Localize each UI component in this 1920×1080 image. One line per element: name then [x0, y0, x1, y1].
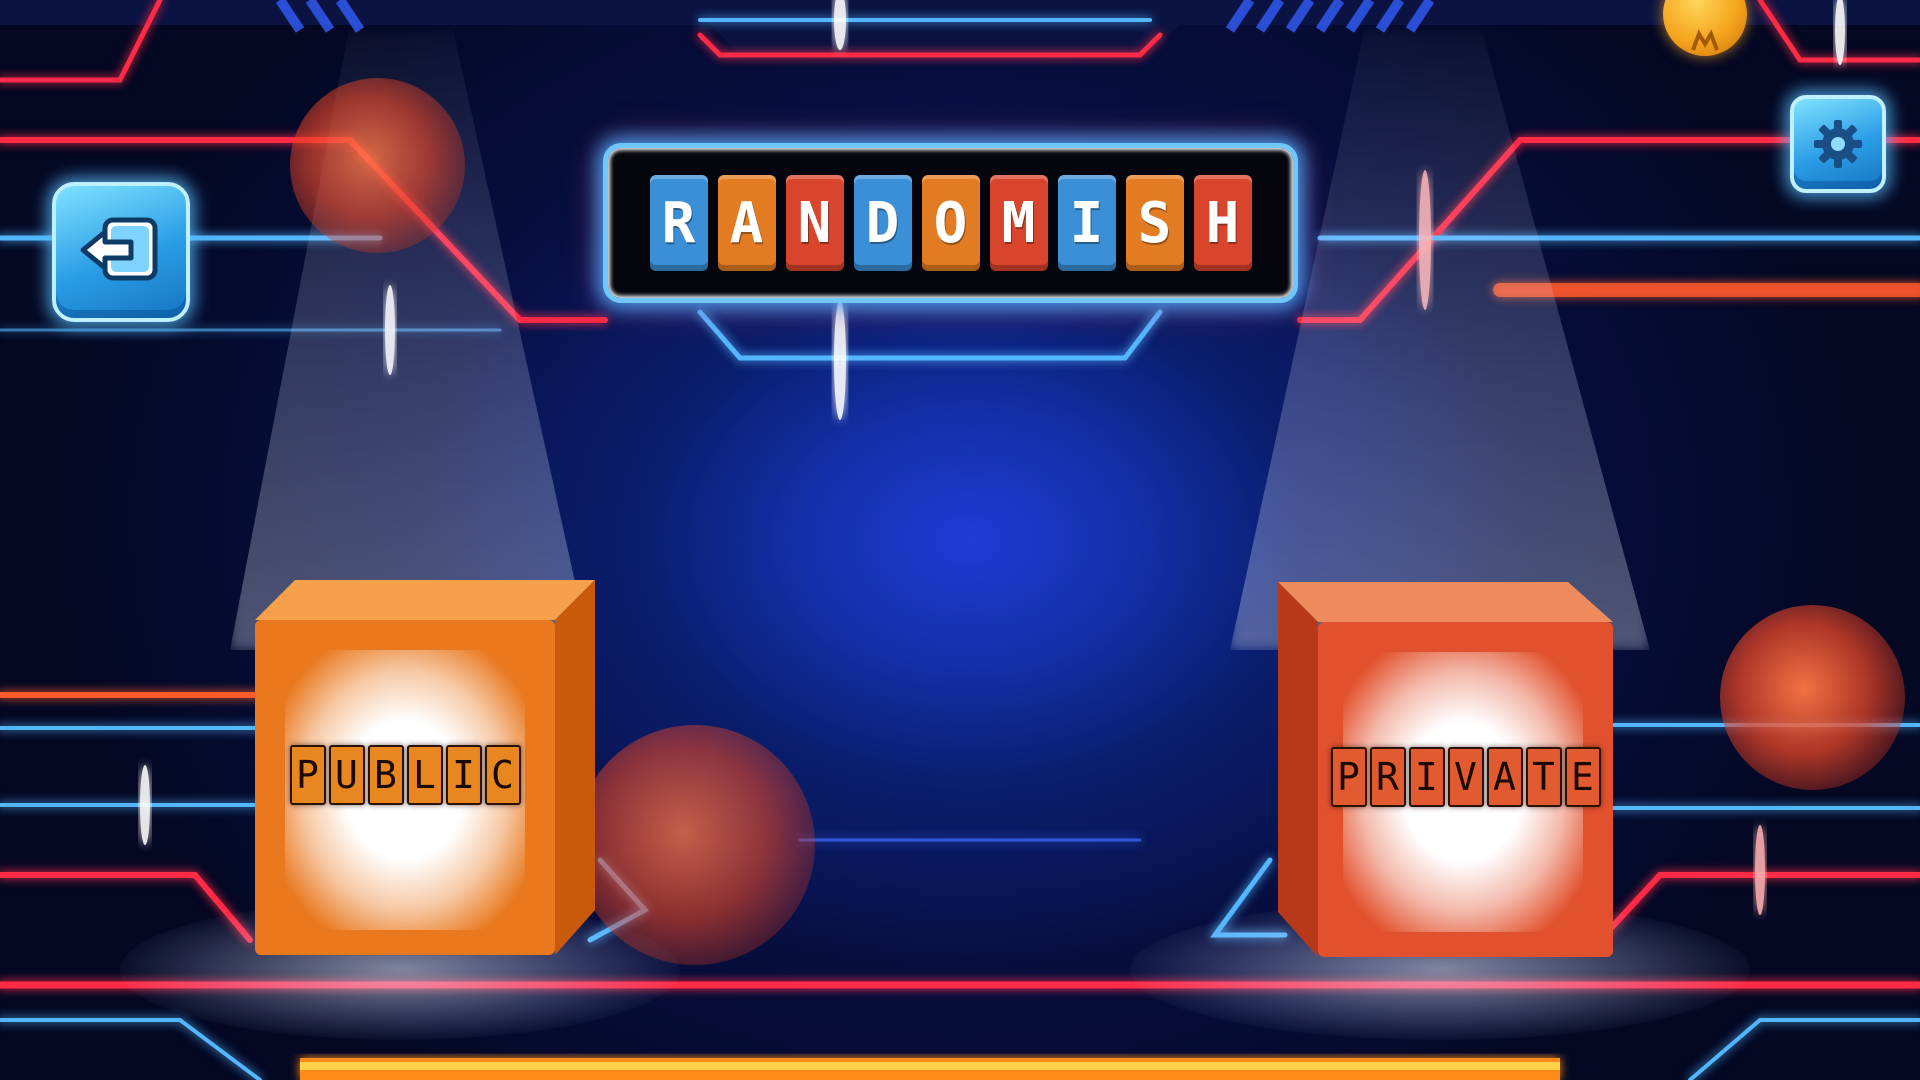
- title-letter-tile: D: [853, 175, 912, 271]
- title-letter-tile: S: [1125, 175, 1184, 271]
- decor-orb: [575, 725, 815, 965]
- public-mode-button[interactable]: PUBLIC: [255, 580, 595, 955]
- public-label-letter: P: [289, 745, 326, 805]
- public-label-letter: I: [445, 745, 482, 805]
- decor-orb: [290, 78, 465, 253]
- private-label-letter: I: [1408, 747, 1445, 807]
- coin-symbol-icon: [1691, 29, 1719, 51]
- public-label-letter: B: [367, 745, 404, 805]
- private-label-letter: R: [1369, 747, 1406, 807]
- game-title-logo: RANDOMISH: [603, 143, 1298, 303]
- private-mode-button[interactable]: PRIVATE: [1278, 582, 1613, 957]
- title-letter-tile: M: [989, 175, 1048, 271]
- gear-icon: [1814, 120, 1862, 168]
- title-letter-tile: I: [1057, 175, 1116, 271]
- decor-orb: [1720, 605, 1905, 790]
- exit-button[interactable]: [52, 182, 190, 322]
- private-label-letter: V: [1447, 747, 1484, 807]
- private-label-letter: A: [1486, 747, 1523, 807]
- title-letter-tile: N: [785, 175, 844, 271]
- game-screen: RANDOMISH PUBLIC PRIVATE: [0, 0, 1920, 1080]
- exit-arrow-icon: [80, 217, 158, 281]
- private-label-letter: P: [1330, 747, 1367, 807]
- title-letter-tile: H: [1193, 175, 1252, 271]
- public-label-letter: C: [484, 745, 521, 805]
- title-letter-tile: A: [717, 175, 776, 271]
- private-label: PRIVATE: [1323, 747, 1608, 807]
- title-letter-tile: O: [921, 175, 980, 271]
- public-label-letter: L: [406, 745, 443, 805]
- public-label: PUBLIC: [285, 745, 525, 805]
- settings-button[interactable]: [1790, 95, 1886, 193]
- title-letter-tile: R: [649, 175, 708, 271]
- private-label-letter: E: [1564, 747, 1601, 807]
- public-label-letter: U: [328, 745, 365, 805]
- private-label-letter: T: [1525, 747, 1562, 807]
